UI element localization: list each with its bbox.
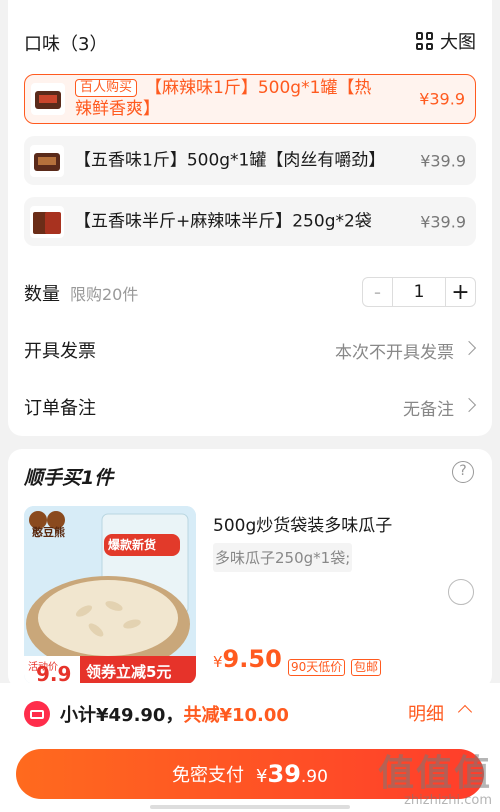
quantity-stepper: - 1 + — [362, 277, 476, 307]
flavor-option[interactable]: 【五香味半斤+麻辣味半斤】250g*2袋 ¥39.9 — [24, 197, 476, 246]
flavor-option[interactable]: 【五香味1斤】500g*1罐【肉丝有嚼劲】 ¥39.9 — [24, 136, 476, 185]
addon-product-price: ¥9.50 — [213, 645, 282, 673]
order-options-card: 口味（3） 大图 百人购买 【麻辣味1斤】500g*1罐【热辣鲜香爽】 ¥39.9… — [8, 0, 492, 436]
large-image-label: 大图 — [440, 32, 476, 53]
addon-card: 顺手买1件 ? 憨豆熊 爆款新货 活动价 9.9 领券立减5元 500g炒货袋装… — [8, 449, 492, 689]
coupon-promo: 领券立减5元 — [86, 663, 172, 681]
addon-product-spec[interactable]: 多味瓜子250g*1袋; — [213, 543, 353, 572]
purchase-limit: 限购20件 — [70, 285, 139, 304]
quantity-value[interactable]: 1 — [393, 278, 445, 306]
grid-icon — [416, 32, 434, 50]
popular-tag: 百人购买 — [75, 79, 138, 97]
price-detail-button[interactable]: 明细 — [408, 700, 444, 726]
coupon-icon — [24, 701, 50, 727]
help-icon[interactable]: ? — [452, 461, 474, 483]
checkout-bar: 小计¥49.90，共减¥10.00 明细 免密支付 ¥39.90 值值值 zhi… — [0, 683, 500, 812]
quantity-row: 数量 限购20件 - 1 + — [24, 277, 476, 307]
price-amount: 9.50 — [222, 645, 282, 673]
flavor-option[interactable]: 百人购买 【麻辣味1斤】500g*1罐【热辣鲜香爽】 ¥39.9 — [24, 74, 476, 124]
quantity-label: 数量 — [24, 284, 60, 305]
brand-label: 憨豆熊 — [32, 526, 65, 539]
price-currency: ¥ — [213, 653, 223, 671]
addon-select-radio[interactable] — [448, 579, 474, 605]
invoice-label: 开具发票 — [24, 341, 96, 362]
flavor-thumbnail — [31, 83, 65, 115]
home-indicator — [150, 805, 350, 809]
chevron-right-icon — [461, 397, 477, 413]
promo-price: 9.9 — [36, 662, 72, 684]
flavor-option-price: ¥39.9 — [420, 212, 466, 231]
flavor-header: 口味（3） 大图 — [24, 28, 476, 56]
subtotal-line: 小计¥49.90，共减¥10.00 — [60, 701, 289, 727]
remark-value: 无备注 — [403, 400, 454, 420]
decrease-button[interactable]: - — [363, 278, 393, 306]
addon-title: 顺手买1件 — [24, 467, 114, 489]
flavor-option-label: 【五香味半斤+麻辣味半斤】250g*2袋 — [74, 211, 372, 231]
hot-badge: 爆款新货 — [108, 538, 157, 552]
low-price-tag: 90天低价 — [288, 659, 346, 676]
addon-product-image[interactable]: 憨豆熊 爆款新货 活动价 9.9 领券立减5元 — [24, 506, 196, 684]
pay-total: ¥39.90 — [256, 760, 328, 788]
flavor-thumbnail — [30, 205, 64, 238]
invoice-value: 本次不开具发票 — [335, 343, 454, 363]
pay-label: 免密支付 — [172, 765, 245, 786]
watermark: 值值值 zhizhizhi.com — [377, 753, 492, 809]
increase-button[interactable]: + — [445, 278, 475, 306]
remark-row[interactable]: 订单备注 无备注 — [24, 391, 477, 421]
remark-label: 订单备注 — [24, 398, 96, 419]
large-image-toggle[interactable]: 大图 — [416, 28, 476, 54]
discount-amount: 共减¥10.00 — [183, 705, 289, 726]
flavor-title: 口味（3） — [24, 34, 108, 55]
flavor-thumbnail — [30, 144, 64, 177]
chevron-right-icon — [461, 340, 477, 356]
flavor-option-price: ¥39.9 — [420, 151, 466, 170]
chevron-up-icon[interactable] — [457, 704, 473, 720]
subtotal-amount: 小计¥49.90， — [60, 705, 184, 726]
addon-product-name[interactable]: 500g炒货袋装多味瓜子 — [213, 511, 392, 536]
flavor-option-label: 【五香味1斤】500g*1罐【肉丝有嚼劲】 — [74, 150, 386, 170]
flavor-option-price: ¥39.9 — [419, 89, 465, 109]
invoice-row[interactable]: 开具发票 本次不开具发票 — [24, 334, 477, 364]
free-shipping-tag: 包邮 — [351, 659, 382, 676]
